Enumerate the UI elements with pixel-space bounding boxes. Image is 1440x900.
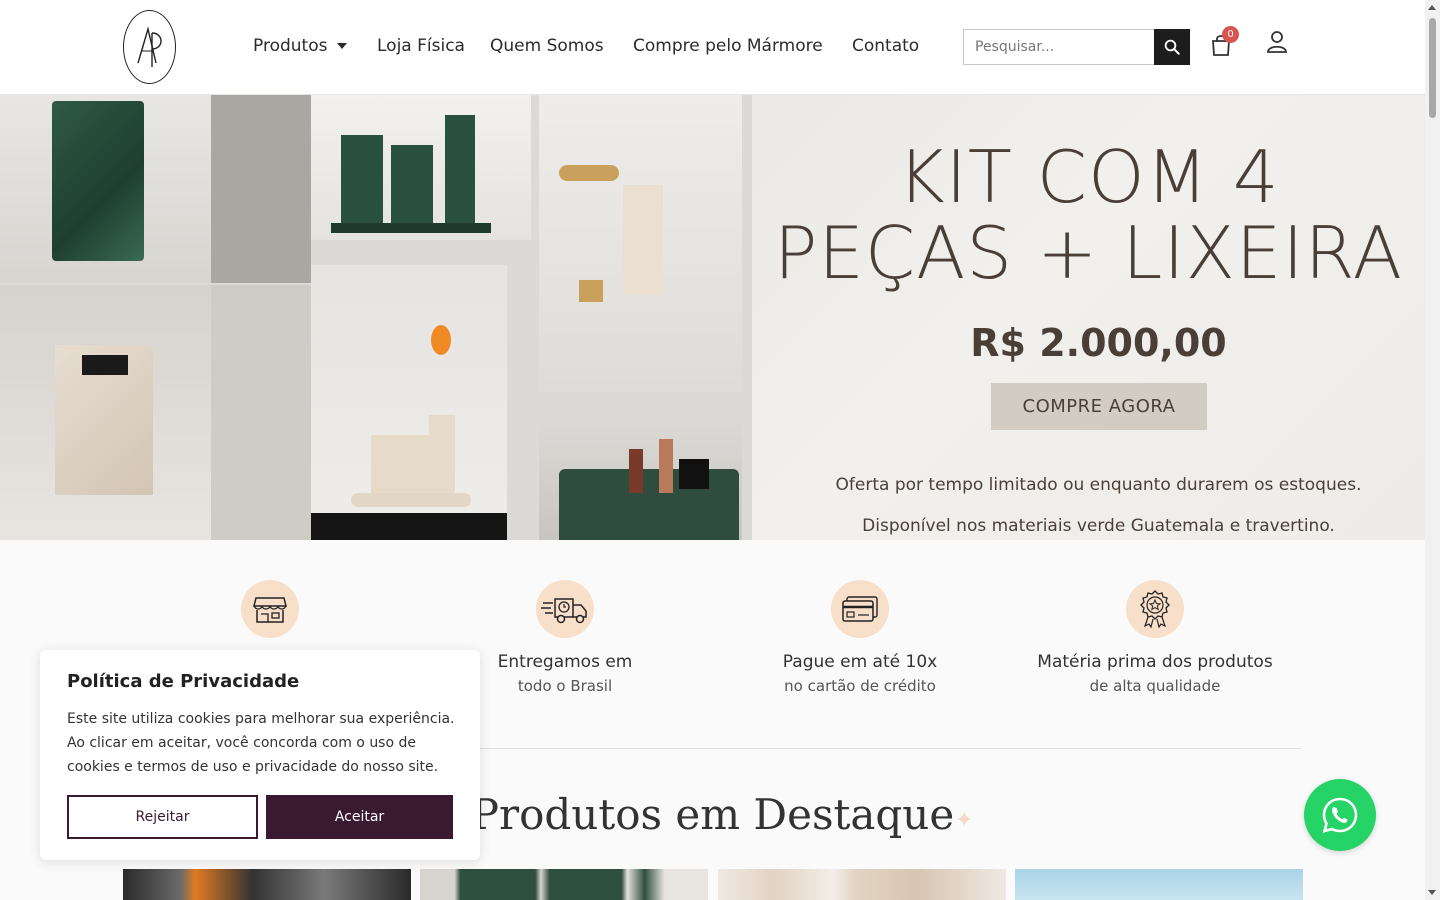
feature-store: [140, 580, 400, 652]
collage-photo-travertine-set: [311, 265, 507, 540]
logo-monogram-icon: [136, 26, 162, 67]
feature-subtitle: de alta qualidade: [1089, 677, 1221, 695]
feature-title: Pague em até 10x: [782, 652, 938, 672]
hero-title-line1: KIT COM 4: [897, 135, 1280, 219]
credit-card-icon: [842, 596, 878, 622]
feature-icon-circle: [536, 580, 594, 638]
hero-cta-button[interactable]: COMPRE AGORA: [991, 383, 1207, 430]
nav-loja-fisica[interactable]: Loja Física: [377, 36, 465, 56]
feature-icon-circle: [241, 580, 299, 638]
hero-price: R$ 2.000,00: [970, 321, 1227, 365]
cookie-title: Política de Privacidade: [67, 671, 300, 692]
collage-photo-green-set: [311, 95, 531, 240]
collage-photo-green-box: [0, 95, 211, 283]
search-button[interactable]: [1154, 29, 1190, 65]
delivery-truck-icon: [541, 598, 587, 624]
collage-photo-faucet: [539, 95, 742, 392]
page-scrollbar[interactable]: [1425, 0, 1440, 900]
collage-photo-tray: [539, 419, 742, 540]
site-header: Produtos Loja Física Quem Somos Compre p…: [0, 0, 1425, 95]
scroll-up-arrow-icon[interactable]: [1428, 5, 1436, 10]
nav-compre-pelo-marmore[interactable]: Compre pelo Mármore: [633, 36, 823, 56]
collage-photo-gray-wall: [211, 95, 311, 283]
search-input[interactable]: [963, 29, 1154, 65]
sparkle-icon: ✦: [955, 808, 974, 833]
feature-icon-circle: [1126, 580, 1184, 638]
product-collage: [0, 95, 752, 540]
cookie-text: Este site utiliza cookies para melhorar …: [67, 711, 455, 775]
feature-title: Matéria prima dos produtos: [1037, 652, 1273, 672]
whatsapp-icon: [1322, 797, 1358, 833]
quality-badge-icon: [1140, 590, 1170, 628]
product-card[interactable]: [1015, 869, 1303, 900]
nav-quem-somos[interactable]: Quem Somos: [490, 36, 604, 56]
product-card[interactable]: [420, 869, 708, 900]
product-card[interactable]: [123, 869, 411, 900]
hero-note-offer: Oferta por tempo limitado ou enquanto du…: [835, 475, 1362, 495]
reject-button[interactable]: Rejeitar: [67, 795, 258, 839]
user-account-icon[interactable]: [1266, 30, 1288, 54]
hero-banner[interactable]: KIT COM 4 PEÇAS + LIXEIRA R$ 2.000,00 CO…: [0, 95, 1425, 540]
feature-icon-circle: [831, 580, 889, 638]
collage-photo-travertine-box: [0, 285, 211, 540]
collage-photo-mirror: [211, 285, 311, 540]
nav-contato[interactable]: Contato: [852, 36, 919, 56]
accept-button[interactable]: Aceitar: [266, 795, 453, 839]
store-icon: [253, 597, 287, 623]
cookie-consent-dialog: Política de Privacidade Este site utiliz…: [40, 650, 480, 860]
whatsapp-button[interactable]: [1304, 779, 1376, 851]
hero-promo: KIT COM 4 PEÇAS + LIXEIRA R$ 2.000,00 CO…: [752, 95, 1425, 540]
logo[interactable]: [123, 10, 176, 84]
cart-count-badge: 0: [1222, 26, 1239, 43]
hero-note-materials: Disponível nos materiais verde Guatemala…: [862, 516, 1335, 536]
search-form: [963, 29, 1190, 65]
feature-payment: Pague em até 10x no cartão de crédito: [730, 580, 990, 695]
hero-title-line2: PEÇAS + LIXEIRA: [773, 211, 1403, 295]
scrollbar-thumb[interactable]: [1429, 18, 1436, 118]
section-divider: [480, 748, 1302, 749]
feature-quality: Matéria prima dos produtos de alta quali…: [1025, 580, 1285, 695]
feature-subtitle: no cartão de crédito: [784, 677, 936, 695]
scroll-down-arrow-icon[interactable]: [1428, 890, 1436, 895]
search-icon: [1164, 39, 1180, 55]
nav-produtos[interactable]: Produtos: [253, 36, 348, 56]
caret-down-icon: [337, 43, 348, 49]
nav-label: Produtos: [253, 36, 328, 56]
product-card[interactable]: [718, 869, 1006, 900]
